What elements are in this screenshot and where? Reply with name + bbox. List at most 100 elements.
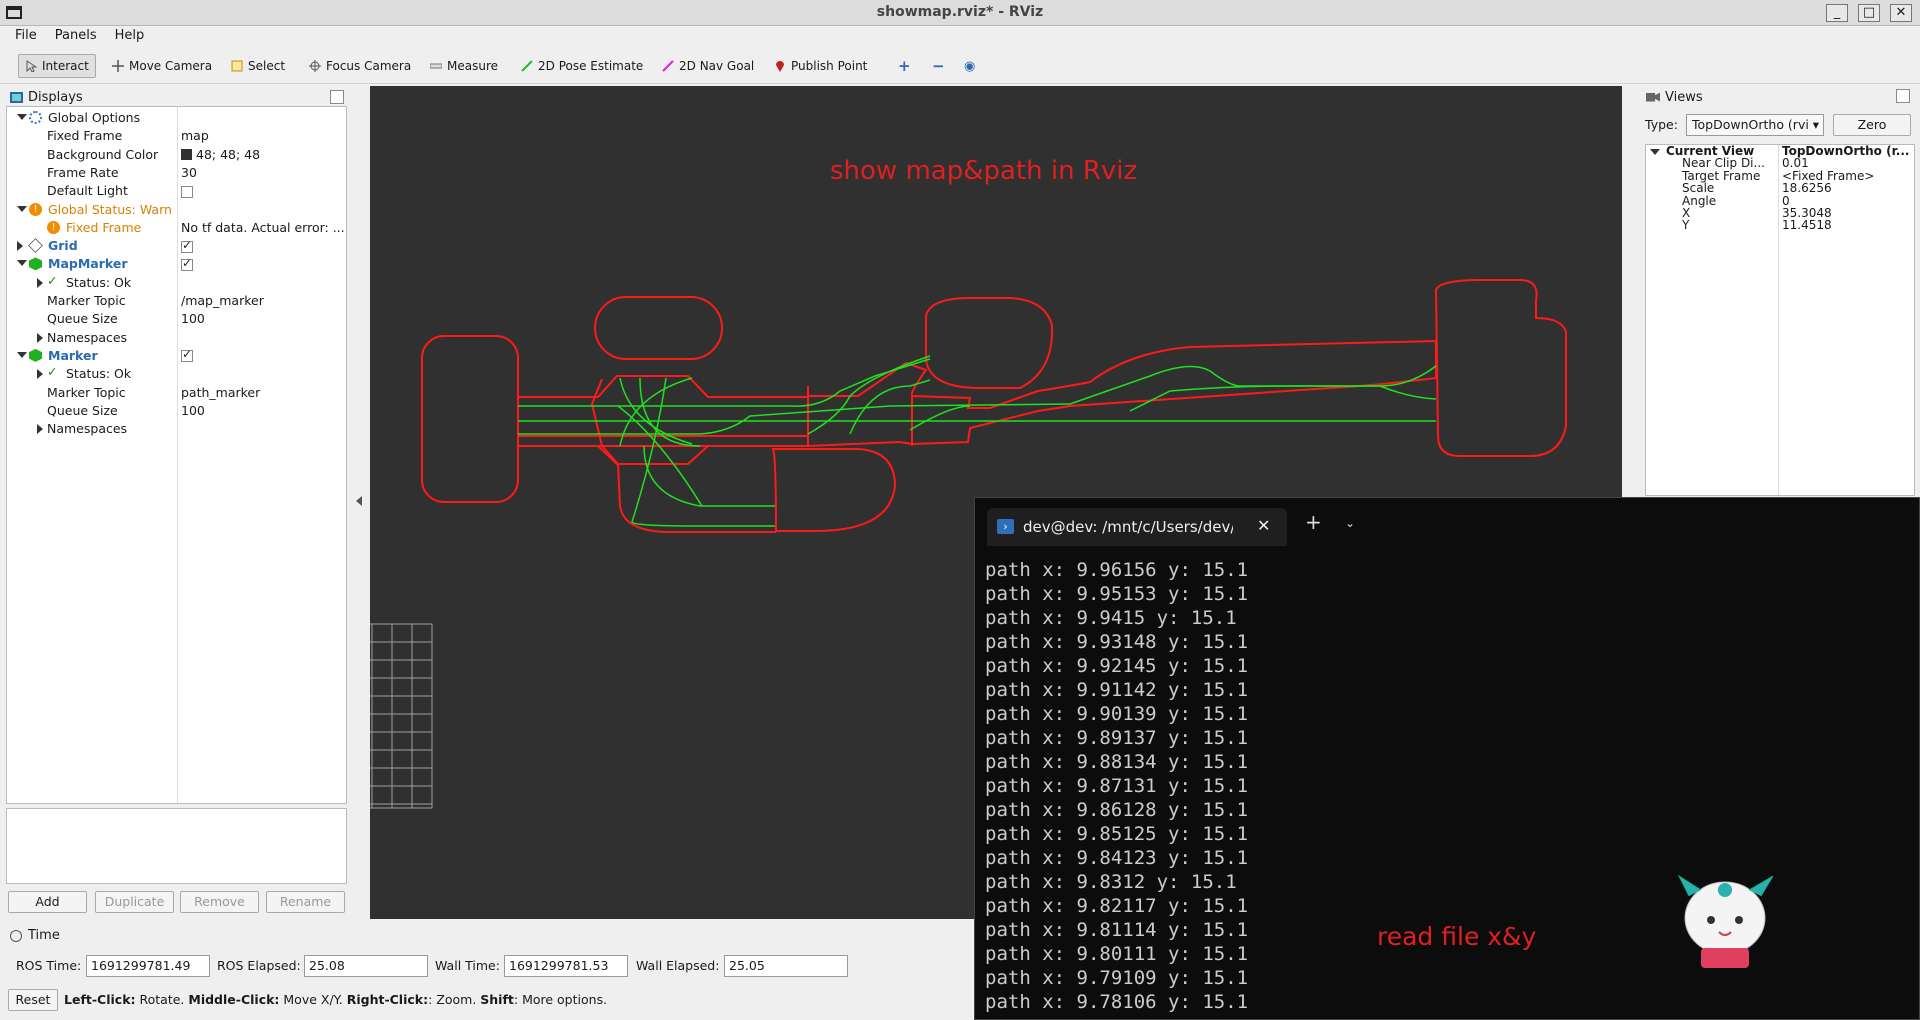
collapse-icon[interactable] xyxy=(1650,149,1660,155)
ros-elapsed-field[interactable]: 25.08 xyxy=(304,955,428,977)
display-row[interactable]: Marker Topic/map_marker xyxy=(7,292,346,310)
display-row[interactable]: Queue Size 100 xyxy=(7,310,346,328)
nav-goal-tool[interactable]: 2D Nav Goal xyxy=(656,54,760,78)
terminal-output[interactable]: path x: 9.96156 y: 15.1 path x: 9.95153 y… xyxy=(985,558,1248,1014)
chevron-down-icon: ▾ xyxy=(1812,117,1819,132)
add-display-button[interactable]: Add xyxy=(8,891,87,913)
expand-icon[interactable] xyxy=(37,424,43,435)
displays-float-button[interactable] xyxy=(330,90,344,104)
views-float-button[interactable] xyxy=(1896,89,1910,103)
publish-point-tool[interactable]: Publish Point xyxy=(768,54,873,78)
interact-tool[interactable]: Interact xyxy=(18,54,96,78)
menu-panels[interactable]: Panels xyxy=(48,26,104,45)
expand-icon[interactable] xyxy=(17,241,23,252)
add-tool-button[interactable]: + xyxy=(892,54,917,78)
terminal-line: path x: 9.95153 y: 15.1 xyxy=(985,583,1249,605)
maximize-button[interactable]: □ xyxy=(1858,4,1880,22)
pose-estimate-tool[interactable]: 2D Pose Estimate xyxy=(515,54,649,78)
menu-bar: File Panels Help xyxy=(0,26,1920,48)
enable-checkbox[interactable] xyxy=(181,185,193,198)
terminal-line: path x: 9.84123 y: 15.1 xyxy=(985,847,1249,869)
displays-title: Displays xyxy=(28,89,83,105)
select-tool[interactable]: Select xyxy=(225,54,291,78)
display-row[interactable]: Fixed Frame map xyxy=(7,127,346,145)
time-panel: Time ROS Time: 1691299781.49 ROS Elapsed… xyxy=(0,924,980,1020)
zero-button[interactable]: Zero xyxy=(1833,114,1911,136)
display-row-key: Status: Ok xyxy=(66,274,132,290)
hint-shift: Shift xyxy=(480,992,514,1007)
display-row[interactable]: Namespaces xyxy=(7,329,346,347)
display-row[interactable]: Frame Rate 30 xyxy=(7,164,346,182)
collapse-icon[interactable] xyxy=(17,114,27,120)
value-text: No tf data. Actual error: ... xyxy=(181,219,345,235)
ros-time-field[interactable]: 1691299781.49 xyxy=(86,955,210,977)
display-row[interactable]: Namespaces xyxy=(7,420,346,438)
pose-estimate-label: 2D Pose Estimate xyxy=(538,59,644,73)
chevron-down-icon[interactable]: ⌄ xyxy=(1345,516,1355,530)
collapse-left-icon[interactable] xyxy=(356,496,362,506)
view-property-row[interactable]: Y 11.4518 xyxy=(1646,218,1914,233)
enable-checkbox[interactable] xyxy=(181,256,193,271)
display-row-key: Background Color xyxy=(47,146,159,162)
duplicate-display-button[interactable]: Duplicate xyxy=(95,891,174,913)
expand-icon[interactable] xyxy=(37,277,43,288)
display-row[interactable]: Grid xyxy=(7,237,346,255)
window-title: showmap.rviz* - RViz xyxy=(876,4,1044,20)
display-row-value xyxy=(181,183,193,198)
enable-checkbox[interactable] xyxy=(181,347,193,363)
display-row[interactable]: ! Global Status: Warn xyxy=(7,201,346,219)
expand-icon[interactable] xyxy=(37,369,43,380)
display-row[interactable]: MapMarker xyxy=(7,255,346,273)
wall-elapsed-field[interactable]: 25.05 xyxy=(724,955,848,977)
display-row[interactable]: ✓ Status: Ok xyxy=(7,364,346,383)
display-row[interactable]: Default Light xyxy=(7,182,346,200)
menu-file[interactable]: File xyxy=(8,26,44,45)
warning-icon: ! xyxy=(47,220,60,234)
move-camera-tool[interactable]: Move Camera xyxy=(106,54,218,78)
wall-elapsed-label: Wall Elapsed: xyxy=(636,958,720,973)
remove-tool-button[interactable]: − xyxy=(926,54,951,78)
menu-help[interactable]: Help xyxy=(108,26,152,45)
display-row[interactable]: ✓ Status: Ok xyxy=(7,273,346,292)
display-row-value: 30 xyxy=(181,165,197,180)
close-tab-icon[interactable]: ✕ xyxy=(1257,516,1270,535)
interact-icon xyxy=(26,60,37,72)
display-row[interactable]: Global Options xyxy=(7,109,346,127)
move-camera-icon xyxy=(112,60,124,72)
terminal-tab[interactable]: › dev@dev: /mnt/c/Users/dev/l ✕ xyxy=(987,508,1287,546)
value-text: 100 xyxy=(181,402,205,418)
measure-icon xyxy=(430,63,442,69)
display-row[interactable]: Marker xyxy=(7,347,346,365)
focus-camera-tool[interactable]: Focus Camera xyxy=(303,54,417,78)
view-type-select[interactable]: TopDownOrtho (rvi ▾ xyxy=(1686,114,1824,136)
view-options-button[interactable]: ◉ xyxy=(958,54,981,78)
display-row-key: Marker Topic xyxy=(47,293,126,308)
collapse-icon[interactable] xyxy=(17,351,27,358)
value-text: /map_marker xyxy=(181,293,264,308)
mascot-sticker xyxy=(1677,874,1774,968)
remove-display-button[interactable]: Remove xyxy=(180,891,259,913)
eye-icon: ◉ xyxy=(964,58,976,74)
wall-time-label: Wall Time: xyxy=(435,958,500,973)
rename-display-button[interactable]: Rename xyxy=(266,891,345,913)
close-button[interactable]: ✕ xyxy=(1890,4,1912,22)
expand-icon[interactable] xyxy=(37,332,43,343)
color-swatch[interactable] xyxy=(181,148,192,160)
display-row-value: 48; 48; 48 xyxy=(181,147,260,162)
display-row[interactable]: Queue Size 100 xyxy=(7,402,346,420)
collapse-icon[interactable] xyxy=(17,260,27,267)
display-row[interactable]: Marker Topic path_marker xyxy=(7,384,346,402)
display-row-key: Global Options xyxy=(48,110,141,125)
wall-time-field[interactable]: 1691299781.53 xyxy=(504,955,628,977)
enable-checkbox[interactable] xyxy=(181,238,193,253)
display-row[interactable]: Background Color 48; 48; 48 xyxy=(7,146,346,164)
display-row-key: Default Light xyxy=(47,183,128,199)
collapse-icon[interactable] xyxy=(17,205,27,212)
new-tab-icon[interactable]: + xyxy=(1305,512,1322,532)
reset-button[interactable]: Reset xyxy=(8,989,58,1011)
view-properties-tree: Current View TopDownOrtho (r... Near Clip … xyxy=(1645,144,1915,496)
grid-icon xyxy=(28,238,43,253)
display-row[interactable]: ! Fixed Frame No tf data. Actual error: ..… xyxy=(7,219,346,237)
minimize-button[interactable]: _ xyxy=(1826,4,1848,22)
measure-tool[interactable]: Measure xyxy=(424,54,504,78)
